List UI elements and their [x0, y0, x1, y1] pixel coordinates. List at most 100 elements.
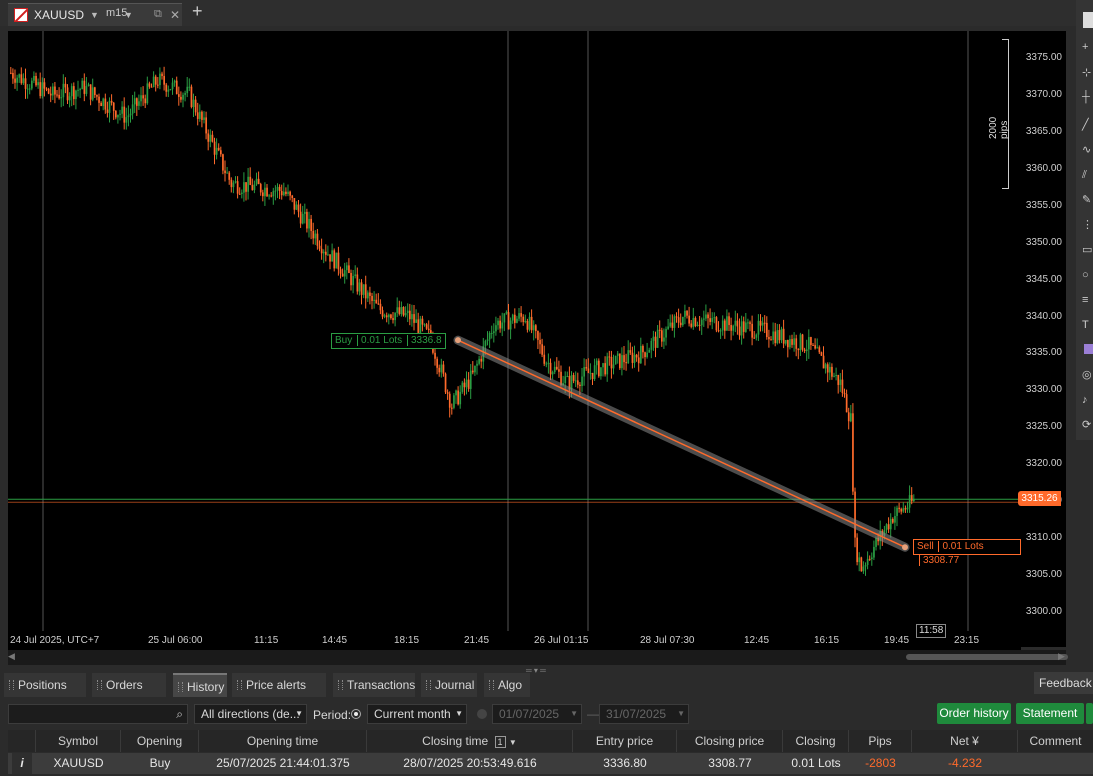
- candle-body: [751, 323, 753, 338]
- new-tab-button[interactable]: +: [192, 1, 203, 22]
- tab-journal[interactable]: Journal: [421, 673, 477, 697]
- candle-body: [816, 347, 819, 349]
- statement-dropdown-button[interactable]: [1086, 703, 1093, 724]
- candle-body: [333, 250, 336, 269]
- trend-line-icon[interactable]: ╱: [1082, 120, 1092, 131]
- candle-body: [87, 84, 90, 87]
- period-radio-current[interactable]: [351, 709, 361, 719]
- candle-body: [270, 195, 273, 197]
- text-icon[interactable]: ≡: [1082, 295, 1092, 306]
- tab-orders[interactable]: Orders0: [92, 673, 166, 717]
- cell-direction: Buy: [149, 756, 171, 770]
- candle-body: [283, 191, 285, 196]
- col-comment[interactable]: Comment: [1018, 730, 1093, 752]
- channel-icon[interactable]: ⫽: [1082, 170, 1092, 181]
- price-chart[interactable]: 24 Jul 2025, UTC+7 25 Jul 06:00 11:15 14:45…: [8, 31, 1021, 665]
- search-icon: ⌕: [176, 707, 183, 721]
- pen-icon[interactable]: ∿: [1082, 145, 1092, 156]
- candle-body: [572, 375, 575, 381]
- candle-body: [278, 186, 281, 192]
- search-input[interactable]: ⌕: [8, 704, 188, 724]
- col-closing-time[interactable]: Closing time 1 ▼: [367, 730, 573, 752]
- row-info-button[interactable]: i: [12, 753, 32, 774]
- candle-body: [593, 365, 596, 380]
- col-net[interactable]: Net ¥: [912, 730, 1018, 752]
- text-tool-icon[interactable]: T: [1082, 320, 1092, 331]
- tab-algo[interactable]: Algo: [484, 673, 530, 697]
- candle-body: [793, 338, 795, 345]
- direction-select[interactable]: All directions (de... ▼: [194, 704, 307, 724]
- horizontal-line-icon[interactable]: ⊹: [1082, 68, 1092, 79]
- from-date-field[interactable]: 01/07/2025 ▼: [492, 704, 582, 724]
- candle-body: [434, 352, 436, 359]
- tab-price-alerts[interactable]: Price alerts0: [232, 673, 326, 717]
- tab-positions[interactable]: Positions0: [4, 673, 86, 717]
- candle-body: [724, 320, 726, 331]
- statement-button[interactable]: Statement: [1016, 703, 1084, 724]
- col-symbol[interactable]: Symbol: [36, 730, 121, 752]
- settings-icon[interactable]: ⟳: [1082, 420, 1092, 431]
- candle-body: [56, 94, 58, 96]
- scroll-right-icon[interactable]: ▶: [1058, 651, 1065, 662]
- to-date-field[interactable]: 31/07/2025 ▼: [599, 704, 689, 724]
- period-select[interactable]: Current month ▼: [367, 704, 467, 724]
- col-opening-direction[interactable]: Opening direc...: [121, 730, 199, 770]
- candle-body: [325, 251, 327, 255]
- chart-canvas[interactable]: 24 Jul 2025, UTC+7 25 Jul 06:00 11:15 14:45…: [8, 31, 1021, 665]
- candle-body: [16, 77, 18, 83]
- scrollbar-thumb[interactable]: [906, 654, 1068, 660]
- col-closing-price[interactable]: Closing price: [677, 730, 783, 752]
- candle-body: [224, 170, 226, 174]
- vertical-line-icon[interactable]: ┼: [1082, 92, 1092, 103]
- symbol-dropdown-icon[interactable]: ▼: [90, 10, 99, 20]
- screenshot-icon[interactable]: ◎: [1082, 370, 1092, 381]
- fibonacci-icon[interactable]: ⋮: [1082, 220, 1093, 231]
- candle-body: [761, 322, 764, 326]
- candle-body: [348, 265, 350, 273]
- color-swatch-icon[interactable]: [1084, 344, 1093, 354]
- feedback-button[interactable]: Feedback: [1034, 672, 1093, 694]
- table-row[interactable]: i XAUUSD Buy 25/07/2025 21:44:01.375 28/…: [8, 753, 1093, 774]
- candle-body: [180, 96, 182, 100]
- ellipse-icon[interactable]: ○: [1082, 270, 1092, 281]
- brush-icon[interactable]: ✎: [1082, 195, 1092, 206]
- detach-icon[interactable]: ⧉: [154, 8, 162, 21]
- candle-body: [579, 384, 581, 386]
- candle-body: [663, 337, 665, 342]
- buy-trade-marker[interactable]: Buy 0.01 Lots 3336.8: [331, 333, 446, 349]
- y-tick-label: 3365.00: [1025, 125, 1062, 137]
- candle-body: [577, 380, 579, 385]
- order-history-button[interactable]: Order history: [937, 703, 1011, 724]
- candle-body: [320, 248, 323, 254]
- col-opening-time[interactable]: Opening time: [199, 730, 367, 752]
- candle-body: [52, 86, 54, 96]
- candle-body: [759, 320, 762, 326]
- tab-history[interactable]: History: [173, 673, 227, 697]
- chart-scrollbar[interactable]: ◀ ▶: [8, 650, 1068, 665]
- timeframe-dropdown-icon[interactable]: ▼: [124, 10, 133, 20]
- close-tab-icon[interactable]: ✕: [170, 8, 180, 22]
- cursor-tool-icon[interactable]: [1083, 12, 1093, 28]
- crosshair-icon[interactable]: +: [1082, 42, 1092, 53]
- candle-body: [83, 80, 86, 94]
- alert-bell-icon[interactable]: ♪: [1082, 395, 1092, 406]
- candle-body: [167, 89, 170, 92]
- x-tick-label: 25 Jul 06:00: [148, 635, 203, 646]
- candle-body: [675, 316, 678, 318]
- col-entry-price[interactable]: Entry price: [573, 730, 677, 752]
- candle-body: [444, 373, 447, 393]
- symbol-tab[interactable]: XAUUSD ▼ m15 ▼ ⧉ ✕: [8, 3, 182, 26]
- candle-body: [448, 393, 451, 408]
- period-radio-custom[interactable]: [477, 709, 487, 719]
- rectangle-icon[interactable]: ▭: [1082, 245, 1092, 256]
- col-closing-quantity[interactable]: Closing Qu...: [783, 730, 849, 770]
- price-axis[interactable]: 3375.00 3370.00 3365.00 3360.00 3355.00 3350.…: [1021, 31, 1066, 647]
- tab-transactions[interactable]: Transactions: [333, 673, 415, 697]
- sell-trade-marker[interactable]: Sell 0.01 Lots 3308.77: [913, 539, 1021, 566]
- candle-body: [558, 369, 560, 372]
- col-pips[interactable]: Pips: [849, 730, 912, 752]
- candle-body: [511, 314, 514, 321]
- scroll-left-icon[interactable]: ◀: [8, 651, 15, 662]
- candle-body: [642, 345, 644, 353]
- candle-body: [369, 292, 371, 296]
